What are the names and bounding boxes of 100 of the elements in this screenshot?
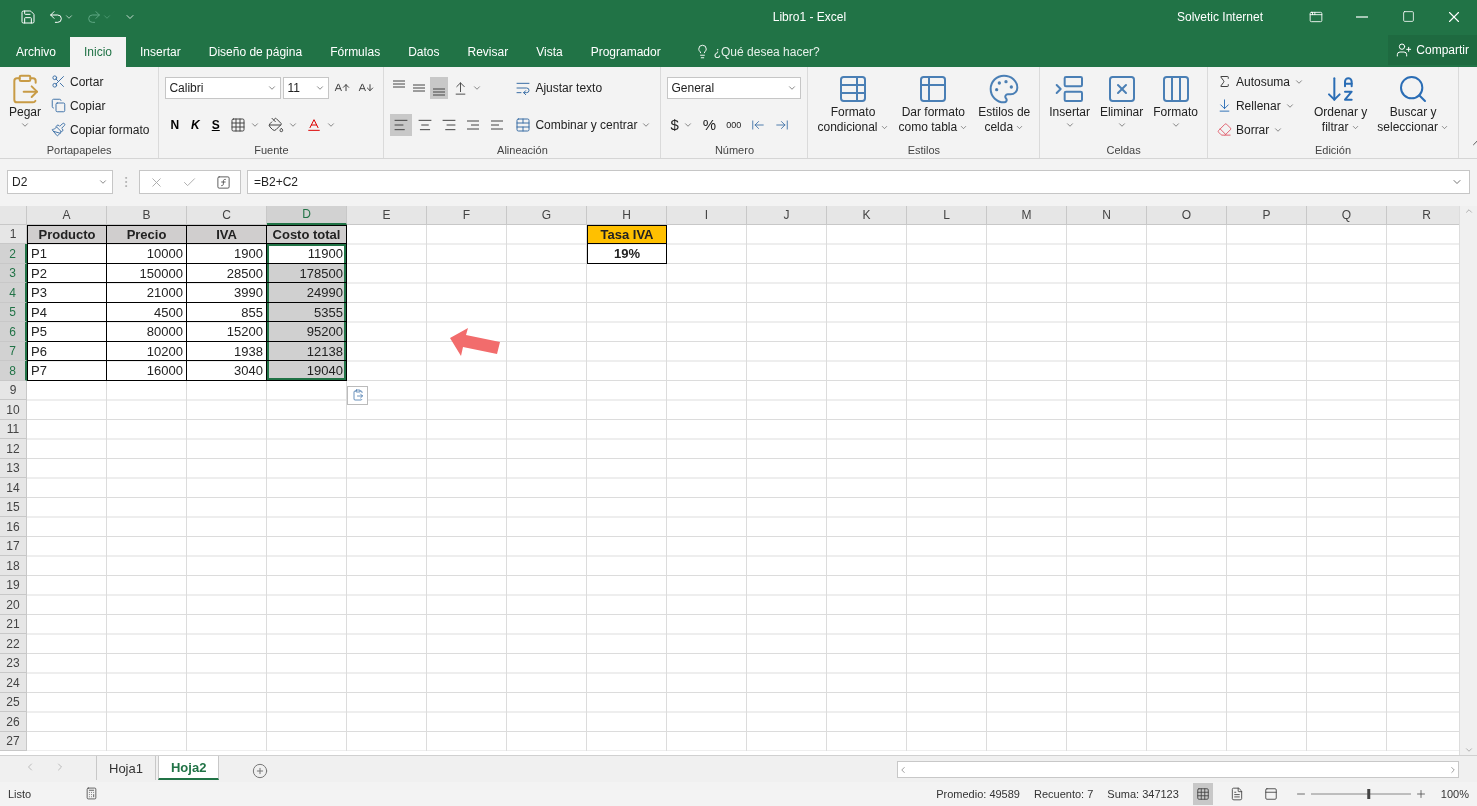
styles-button[interactable]: Estilos de celda — [975, 70, 1034, 142]
decimal-icon — [775, 117, 790, 132]
menu-tab[interactable]: Archivo — [2, 36, 70, 67]
table-header-cell: IVA — [187, 224, 267, 245]
menu-tab[interactable]: Vista — [522, 36, 577, 67]
redo-icon — [86, 8, 102, 25]
group-label: Estilos — [906, 142, 942, 158]
font-size-field[interactable]: 11 — [283, 77, 330, 100]
table-cell: 24990 — [267, 283, 347, 303]
table-cell: P5 — [27, 322, 107, 342]
group-label: Edición — [1313, 142, 1353, 158]
font-name-field[interactable]: Calibri — [165, 77, 282, 100]
row-header[interactable]: 4 — [0, 283, 27, 303]
sheet-tab[interactable]: Hoja1 — [96, 756, 156, 781]
table-cell: 21000 — [107, 283, 187, 303]
rate-value-cell: 19% — [587, 244, 667, 264]
thousands-button[interactable]: 000 — [723, 113, 745, 136]
menu-tab[interactable]: Revisar — [453, 36, 523, 67]
table-cell: P1 — [27, 244, 107, 264]
menu-tab[interactable]: Fórmulas — [316, 36, 395, 67]
row-header[interactable]: 8 — [0, 361, 27, 381]
row-header[interactable]: 18 — [0, 556, 27, 576]
vertical-align-button[interactable] — [430, 77, 449, 100]
row-header[interactable]: 14 — [0, 478, 27, 498]
align-lines-icon — [393, 80, 406, 89]
group-label: Portapapeles — [45, 142, 113, 158]
table-header-cell: Producto — [27, 224, 107, 245]
menu-tab[interactable]: Datos — [394, 36, 454, 67]
grid-icon — [1195, 787, 1210, 801]
clipboard-action-button[interactable]: Copiar — [48, 94, 153, 117]
pointer-arrow — [450, 327, 502, 358]
cells-button[interactable]: Formato — [1150, 70, 1201, 142]
name-box[interactable]: D2 — [7, 170, 113, 195]
table-cell: 5355 — [267, 302, 347, 323]
menu-tab[interactable]: Diseño de página — [194, 36, 317, 67]
function-icon — [215, 174, 231, 190]
editing-button[interactable]: Ordenar y filtrar — [1311, 70, 1371, 142]
styles-button[interactable]: Dar formato como tabla — [895, 70, 972, 142]
paste-button[interactable]: Pegar — [6, 70, 45, 142]
bold-button[interactable]: N — [165, 113, 185, 136]
number-format-field[interactable]: General — [667, 77, 802, 100]
table-cell: 10200 — [107, 341, 187, 362]
table-cell: 80000 — [107, 322, 187, 342]
normal-view-button[interactable] — [1192, 783, 1213, 805]
percent-button[interactable]: % — [699, 113, 720, 136]
editing-action-button[interactable]: Rellenar — [1213, 94, 1307, 117]
copy-icon — [51, 98, 67, 114]
table-cell: 16000 — [107, 361, 187, 381]
group-label: Alineación — [496, 142, 549, 158]
share-button[interactable]: Compartir — [1388, 34, 1477, 65]
menu-tab[interactable]: Inicio — [70, 36, 127, 67]
sheet-tab[interactable]: Hoja2 — [157, 756, 220, 781]
horizontal-scrollbar[interactable] — [897, 761, 1459, 779]
merge-center-button[interactable]: Combinar y centrar — [512, 113, 655, 136]
row-header[interactable]: 6 — [0, 322, 27, 342]
row-header[interactable]: 12 — [0, 439, 27, 459]
align-lines-icon — [433, 88, 446, 97]
row-header[interactable]: 16 — [0, 517, 27, 537]
row-header[interactable]: 20 — [0, 595, 27, 615]
italic-button[interactable]: K — [186, 113, 205, 136]
menu-tab[interactable]: Insertar — [126, 36, 195, 67]
page-break-icon — [1263, 787, 1278, 801]
wrap-text-button[interactable]: Ajustar texto — [512, 77, 655, 100]
merge-icon — [515, 116, 532, 133]
paint-bucket-icon — [267, 116, 284, 133]
row-header[interactable]: 22 — [0, 634, 27, 654]
styles-button[interactable]: Formato condicional — [814, 70, 892, 142]
table-cell: P7 — [27, 361, 107, 381]
group-label: Celdas — [1105, 142, 1142, 158]
plus-circle-icon — [252, 763, 269, 780]
horizontal-align-button[interactable] — [390, 113, 413, 136]
row-header[interactable]: 26 — [0, 712, 27, 732]
editing-action-button[interactable]: Autosuma — [1213, 70, 1307, 93]
status-sum: Suma: 347123 — [1107, 788, 1179, 800]
row-header[interactable]: 10 — [0, 400, 27, 420]
status-average: Promedio: 49589 — [936, 788, 1020, 800]
zoom-thumb[interactable] — [1367, 789, 1371, 799]
formula-field[interactable]: =B2+C2 — [247, 170, 1470, 195]
status-mode: Listo — [8, 788, 32, 800]
currency-button[interactable]: $ — [667, 113, 696, 136]
cells-button[interactable]: Insertar — [1046, 70, 1093, 142]
editing-button[interactable]: Buscar y seleccionar — [1374, 70, 1453, 142]
table-cell: P3 — [27, 283, 107, 303]
editing-action-button[interactable]: Borrar — [1213, 118, 1307, 141]
paste-options-button[interactable] — [347, 385, 368, 405]
tell-me-search[interactable]: ¿Qué desea hacer? — [688, 36, 826, 67]
zoom-slider[interactable] — [1310, 788, 1411, 800]
table-cell: 95200 — [267, 322, 347, 342]
vertical-scrollbar[interactable] — [1459, 205, 1477, 756]
cells-button[interactable]: Eliminar — [1096, 70, 1147, 142]
save-icon — [20, 8, 36, 25]
user-name: Solvetic Internet — [1176, 9, 1263, 24]
menu-tab[interactable]: Programador — [576, 36, 675, 67]
underline-button[interactable]: S — [206, 113, 225, 136]
row-header[interactable]: 2 — [0, 244, 27, 264]
row-header[interactable]: 24 — [0, 673, 27, 693]
table-header-cell: Costo total — [267, 224, 347, 245]
table-cell: 150000 — [107, 263, 187, 284]
clipboard-action-button[interactable]: Cortar — [48, 70, 153, 93]
clipboard-action-button[interactable]: Copiar formato — [48, 118, 153, 141]
